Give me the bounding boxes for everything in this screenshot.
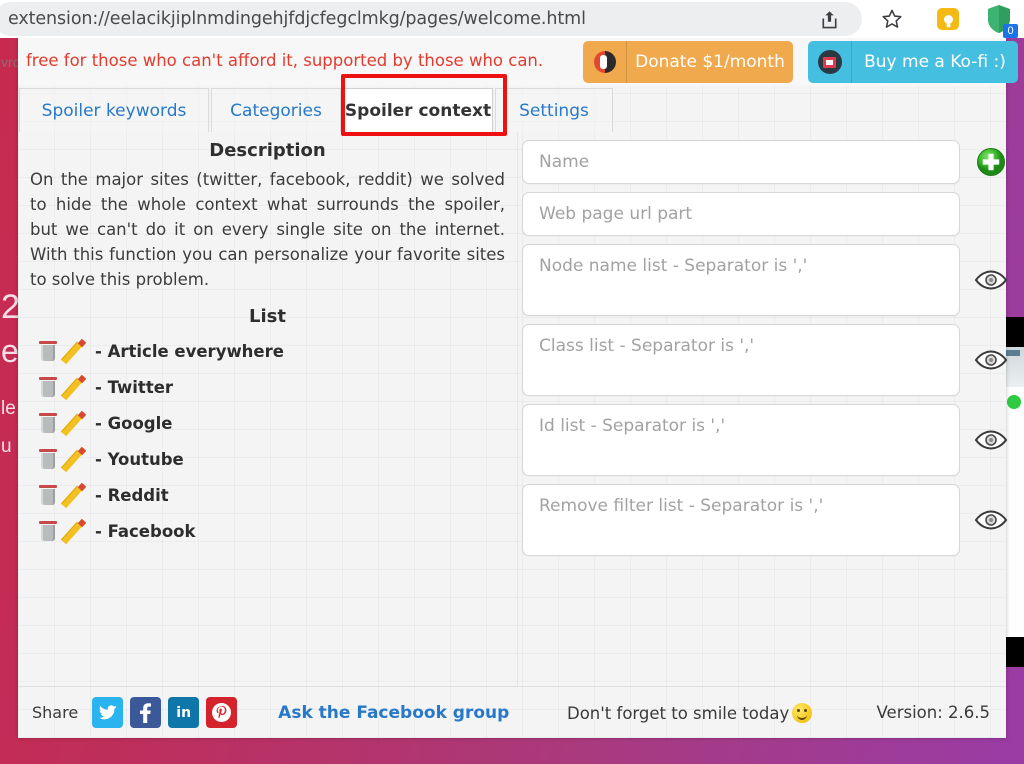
- list-item: - Youtube: [38, 441, 509, 477]
- id-list-preview-cell: [960, 429, 1022, 451]
- lightbulb-extension-icon[interactable]: [932, 3, 964, 35]
- omnibox-url-text: extension://eelacikjiplnmdingehjfdjcfegc…: [8, 9, 586, 29]
- linkedin-share-icon[interactable]: in: [168, 697, 200, 728]
- omnibox[interactable]: extension://eelacikjiplnmdingehjfdjcfegc…: [0, 2, 862, 36]
- donate-button[interactable]: Donate $1/month: [583, 41, 793, 83]
- id-list-field-row: Id list - Separator is ',': [518, 404, 1022, 476]
- trash-icon[interactable]: [38, 376, 58, 398]
- pencil-icon[interactable]: [60, 483, 90, 509]
- list-item: - Twitter: [38, 369, 509, 405]
- kofi-cup-icon: [808, 41, 852, 83]
- shield-badge-count: 0: [1003, 24, 1018, 38]
- eye-icon[interactable]: [974, 269, 1008, 291]
- pencil-icon[interactable]: [60, 519, 90, 545]
- list-item-label: - Article everywhere: [95, 341, 284, 361]
- trash-icon[interactable]: [38, 520, 58, 542]
- browser-chrome: extension://eelacikjiplnmdingehjfdjcfegc…: [0, 0, 1024, 38]
- smile-message-text: Don't forget to smile today: [567, 703, 790, 723]
- list-item: - Google: [38, 405, 509, 441]
- promo-bar: free for those who can't afford it, supp…: [18, 38, 1018, 86]
- eye-icon[interactable]: [974, 349, 1008, 371]
- class-list-preview-cell: [960, 349, 1022, 371]
- trash-icon[interactable]: [38, 340, 58, 362]
- share-label: Share: [32, 703, 79, 722]
- description-heading: Description: [209, 140, 326, 161]
- name-input[interactable]: Name: [522, 140, 960, 184]
- star-icon[interactable]: [878, 5, 906, 33]
- eye-icon[interactable]: [974, 429, 1008, 451]
- list-item-label: - Google: [95, 413, 173, 433]
- class-list-field-row: Class list - Separator is ',': [518, 324, 1022, 396]
- donate-button-label: Donate $1/month: [635, 52, 785, 72]
- extension-popup-panel: free for those who can't afford it, supp…: [18, 38, 1018, 738]
- under-snippet: le: [1, 398, 16, 419]
- plus-circle-icon[interactable]: [976, 147, 1006, 177]
- node-name-field-row: Node name list - Separator is ',': [518, 244, 1022, 316]
- url-part-field-row: Web page url part: [518, 192, 1022, 236]
- twitter-share-icon[interactable]: [92, 697, 124, 728]
- list-item: - Article everywhere: [38, 333, 509, 369]
- trash-icon[interactable]: [38, 412, 58, 434]
- pinterest-share-icon[interactable]: [206, 697, 238, 728]
- facebook-share-icon[interactable]: [130, 697, 162, 728]
- list-item-label: - Twitter: [95, 377, 174, 397]
- under-snippet: vrc: [1, 54, 20, 70]
- node-name-list-input[interactable]: Node name list - Separator is ',': [522, 244, 960, 316]
- tab-strip: Spoiler keywords Categories Spoiler cont…: [18, 74, 1006, 136]
- under-snippet: u: [1, 436, 12, 457]
- remove-filter-field-row: Remove filter list - Separator is ',': [518, 484, 1022, 556]
- smile-message: Don't forget to smile today: [567, 703, 813, 723]
- list-item-label: - Facebook: [95, 521, 196, 541]
- list-item: - Facebook: [38, 513, 509, 549]
- tab-settings[interactable]: Settings: [495, 88, 613, 132]
- trash-icon[interactable]: [38, 484, 58, 506]
- trash-icon[interactable]: [38, 448, 58, 470]
- popup-body: Description On the major sites (twitter,…: [18, 132, 1008, 686]
- list-item: - Reddit: [38, 477, 509, 513]
- tab-categories[interactable]: Categories: [211, 88, 341, 132]
- tab-spoiler-context[interactable]: Spoiler context: [343, 88, 493, 132]
- under-snippet: e: [1, 333, 19, 369]
- remove-filter-list-input[interactable]: Remove filter list - Separator is ',': [522, 484, 960, 556]
- name-field-row: Name: [518, 140, 1022, 184]
- popup-footer: Share in Ask the Facebook group Don't fo…: [18, 686, 1006, 738]
- class-list-input[interactable]: Class list - Separator is ',': [522, 324, 960, 396]
- node-name-preview-cell: [960, 269, 1022, 291]
- id-list-input[interactable]: Id list - Separator is ',': [522, 404, 960, 476]
- share-icon[interactable]: [815, 5, 843, 33]
- list-heading: List: [249, 306, 286, 328]
- pencil-icon[interactable]: [60, 375, 90, 401]
- description-text: On the major sites (twitter, facebook, r…: [30, 170, 505, 290]
- site-list: - Article everywhere - Twitter - Google …: [26, 333, 509, 549]
- eye-icon[interactable]: [974, 509, 1008, 531]
- pencil-icon[interactable]: [60, 411, 90, 437]
- ask-the-facebook-group-link[interactable]: Ask the Facebook group: [278, 703, 509, 723]
- buy-me-a-kofi-button[interactable]: Buy me a Ko-fi :): [808, 41, 1018, 83]
- list-item-label: - Youtube: [95, 449, 184, 469]
- promo-message: free for those who can't afford it, supp…: [26, 51, 544, 70]
- right-column: Name Web page url part Node name list - …: [518, 132, 1022, 686]
- version-label: Version: 2.6.5: [876, 703, 990, 722]
- shield-icon[interactable]: 0: [982, 2, 1018, 38]
- kofi-button-label: Buy me a Ko-fi :): [864, 52, 1006, 72]
- smiley-face-icon: [792, 703, 813, 723]
- web-page-url-part-input[interactable]: Web page url part: [522, 192, 960, 236]
- list-item-label: - Reddit: [95, 485, 169, 505]
- pencil-icon[interactable]: [60, 339, 90, 365]
- add-entry-cell: [960, 147, 1022, 177]
- left-column: Description On the major sites (twitter,…: [18, 132, 518, 686]
- tab-spoiler-keywords[interactable]: Spoiler keywords: [19, 88, 209, 132]
- remove-filter-preview-cell: [960, 509, 1022, 531]
- patreon-icon: [583, 41, 627, 83]
- pencil-icon[interactable]: [60, 447, 90, 473]
